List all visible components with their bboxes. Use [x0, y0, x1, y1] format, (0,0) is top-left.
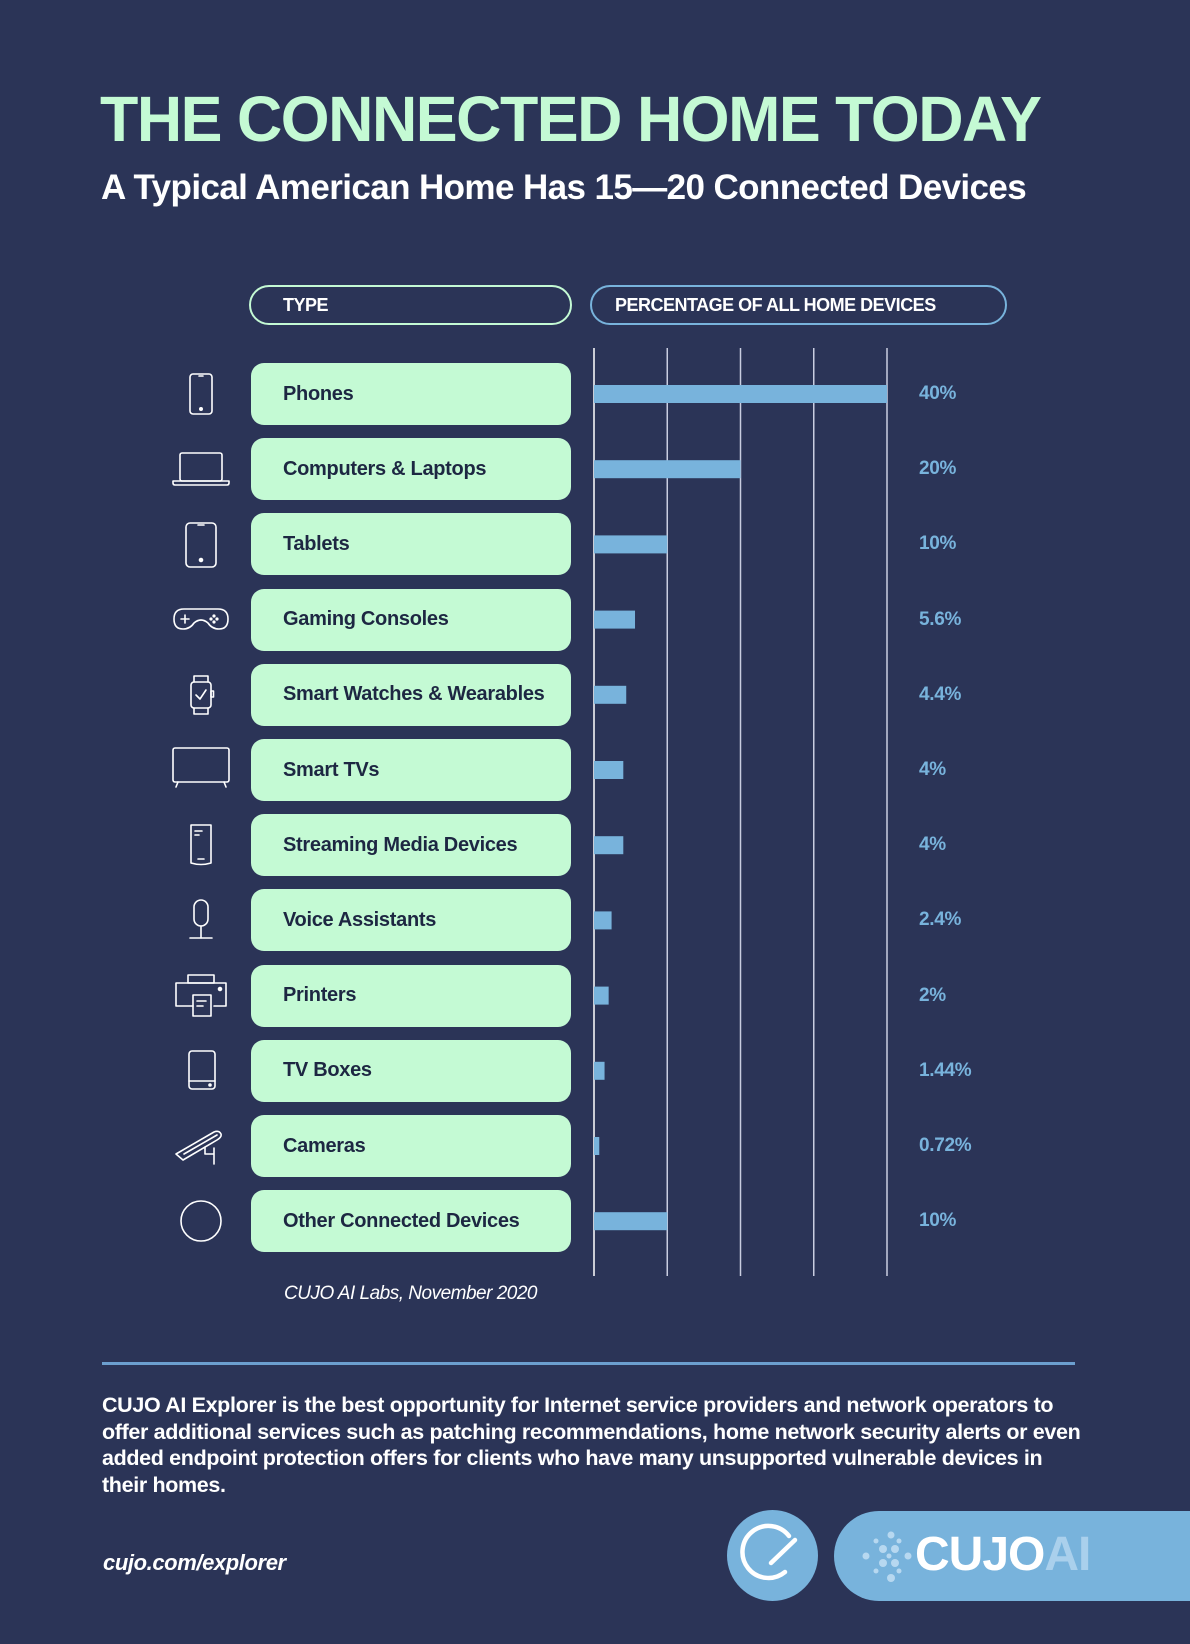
category-label-text: Computers & Laptops — [283, 457, 487, 480]
tv-box-icon — [170, 1043, 232, 1099]
smartwatch-icon — [170, 667, 232, 723]
category-label-text: Phones — [283, 382, 354, 405]
cujo-mark-logo — [727, 1510, 818, 1601]
circle-icon — [170, 1193, 232, 1249]
value-label: 40% — [919, 383, 957, 404]
category-label-text: TV Boxes — [283, 1059, 372, 1082]
value-label: 5.6% — [919, 608, 962, 630]
value-label: 10% — [919, 533, 957, 555]
phone-icon — [170, 366, 232, 422]
tv-icon — [170, 742, 232, 798]
category-label: Streaming Media Devices — [251, 814, 571, 877]
value-label: 10% — [919, 1210, 957, 1232]
category-label-text: Gaming Consoles — [283, 608, 449, 631]
category-label: TV Boxes — [251, 1039, 571, 1102]
category-label-text: Printers — [283, 984, 357, 1007]
cujo-mark-icon — [740, 1523, 798, 1581]
laptop-icon — [170, 441, 232, 497]
tablet-icon — [170, 516, 232, 572]
footer-link[interactable]: cujo.com/explorer — [103, 1550, 286, 1576]
bar-11 — [594, 1212, 668, 1231]
value-label: 2% — [919, 984, 946, 1006]
source-note: CUJO AI Labs, November 2020 — [284, 1283, 537, 1304]
bar-6 — [594, 836, 624, 855]
category-label-text: Voice Assistants — [283, 908, 437, 931]
bar-10 — [594, 1137, 600, 1155]
footer-description: CUJO AI Explorer is the best opportunity… — [102, 1393, 1081, 1497]
value-label: 4% — [919, 759, 946, 780]
value-label: 20% — [919, 458, 957, 480]
value-label: 0.72% — [919, 1135, 972, 1156]
value-label: 1.44% — [919, 1059, 972, 1081]
bar-9 — [594, 1061, 605, 1080]
category-label: Smart TVs — [251, 739, 571, 801]
category-label-text: Smart TVs — [283, 758, 380, 781]
value-label: 4.4% — [919, 683, 962, 705]
category-label: Voice Assistants — [251, 889, 571, 952]
category-label: Printers — [251, 964, 571, 1027]
value-label: 2.4% — [919, 909, 962, 931]
bar-5 — [594, 761, 624, 779]
category-label-text: Other Connected Devices — [283, 1209, 520, 1232]
bar-1 — [594, 460, 741, 479]
category-label-text: Streaming Media Devices — [283, 833, 518, 856]
category-label-text: Smart Watches & Wearables — [283, 683, 545, 706]
voice-assistant-icon — [170, 892, 232, 948]
camera-icon — [170, 1118, 232, 1174]
bar-0 — [594, 385, 887, 403]
category-label: Computers & Laptops — [251, 438, 571, 501]
category-label-text: Tablets — [283, 532, 350, 555]
gamepad-icon — [170, 592, 232, 648]
wordmark-ai: AI — [1044, 1528, 1091, 1581]
streaming-device-icon — [170, 817, 232, 873]
bar-3 — [594, 610, 636, 629]
bar-4 — [594, 685, 627, 704]
category-label: Phones — [251, 363, 571, 425]
cujo-ai-wordmark: CUJOAI — [915, 1527, 1091, 1582]
category-label: Tablets — [251, 513, 571, 576]
divider — [102, 1362, 1075, 1365]
category-label: Gaming Consoles — [251, 588, 571, 651]
category-label: Smart Watches & Wearables — [251, 663, 571, 726]
bar-8 — [594, 986, 609, 1005]
printer-icon — [170, 968, 232, 1024]
value-label: 4% — [919, 834, 946, 856]
dots-icon — [862, 1531, 912, 1582]
category-label: Cameras — [251, 1115, 571, 1177]
bar-7 — [594, 911, 612, 930]
category-label-text: Cameras — [283, 1134, 366, 1157]
category-label: Other Connected Devices — [251, 1190, 571, 1253]
wordmark-cujo: CUJO — [915, 1528, 1045, 1581]
bar-2 — [594, 535, 668, 554]
